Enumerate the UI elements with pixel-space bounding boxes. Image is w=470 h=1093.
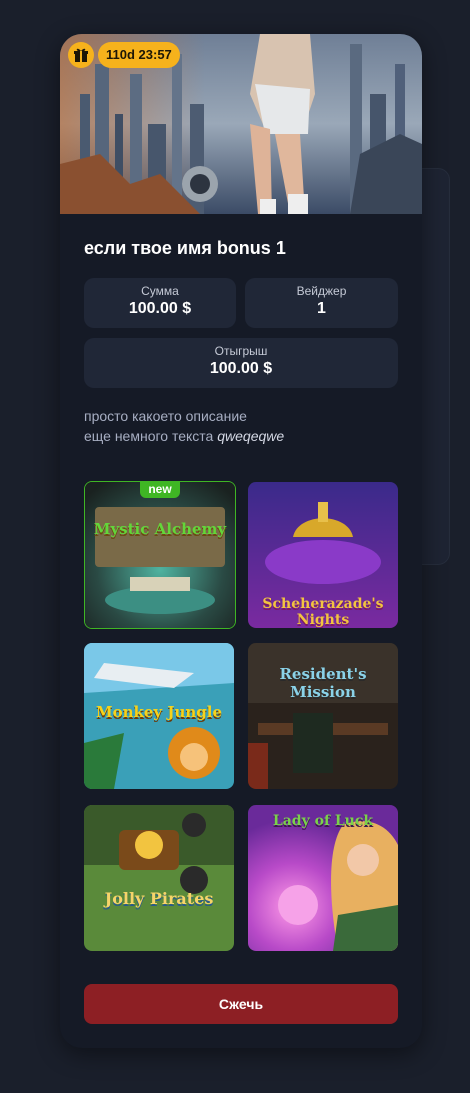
game-title: Monkey Jungle xyxy=(95,703,223,721)
stat-amount: Сумма 100.00 $ xyxy=(84,278,236,328)
stat-winback-label: Отыгрыш xyxy=(214,344,268,358)
burn-button[interactable]: Сжечь xyxy=(84,984,398,1024)
game-title: Mystic Alchemy xyxy=(93,520,227,538)
game-tile-residents-mission[interactable]: Resident's Mission xyxy=(248,643,398,789)
description-line-1: просто какоето описание xyxy=(84,408,247,424)
bonus-timer-badge: 110d 23:57 xyxy=(98,42,180,68)
bonus-card: 110d 23:57 если твое имя bonus 1 Сумма 1… xyxy=(60,34,422,1048)
description-italic: qweqeqwe xyxy=(217,428,285,444)
game-tile-mystic-alchemy[interactable]: Mystic Alchemy new xyxy=(84,481,236,629)
game-title: Jolly Pirates xyxy=(104,889,214,908)
stat-winback: Отыгрыш 100.00 $ xyxy=(84,338,398,388)
bonus-title: если твое имя bonus 1 xyxy=(84,238,286,258)
bonus-description: просто какоето описание еще немного текс… xyxy=(84,406,284,446)
bonus-hero-image: 110d 23:57 xyxy=(60,34,422,214)
game-tile-monkey-jungle[interactable]: Monkey Jungle xyxy=(84,643,234,789)
gift-icon[interactable] xyxy=(68,42,94,68)
stat-wager: Вейджер 1 xyxy=(245,278,398,328)
game-tile-lady-of-luck[interactable]: Lady of Luck xyxy=(248,805,398,951)
stat-amount-label: Сумма xyxy=(141,284,179,298)
game-tile-scheherazades-nights[interactable]: Scheherazade's Nights xyxy=(248,482,398,628)
stat-wager-value: 1 xyxy=(317,300,326,317)
stat-winback-value: 100.00 $ xyxy=(209,360,273,377)
game-title: Scheherazade's Nights xyxy=(262,596,384,628)
new-badge: new xyxy=(140,482,180,498)
game-title: Lady of Luck xyxy=(272,813,374,829)
description-line-2: еще немного текста qweqeqwe xyxy=(84,426,284,446)
game-tile-jolly-pirates[interactable]: Jolly Pirates xyxy=(84,805,234,951)
stat-wager-label: Вейджер xyxy=(296,284,347,298)
game-title: Resident's Mission xyxy=(279,665,367,701)
description-plain: еще немного текста xyxy=(84,428,214,444)
stat-amount-value: 100.00 $ xyxy=(128,300,192,317)
